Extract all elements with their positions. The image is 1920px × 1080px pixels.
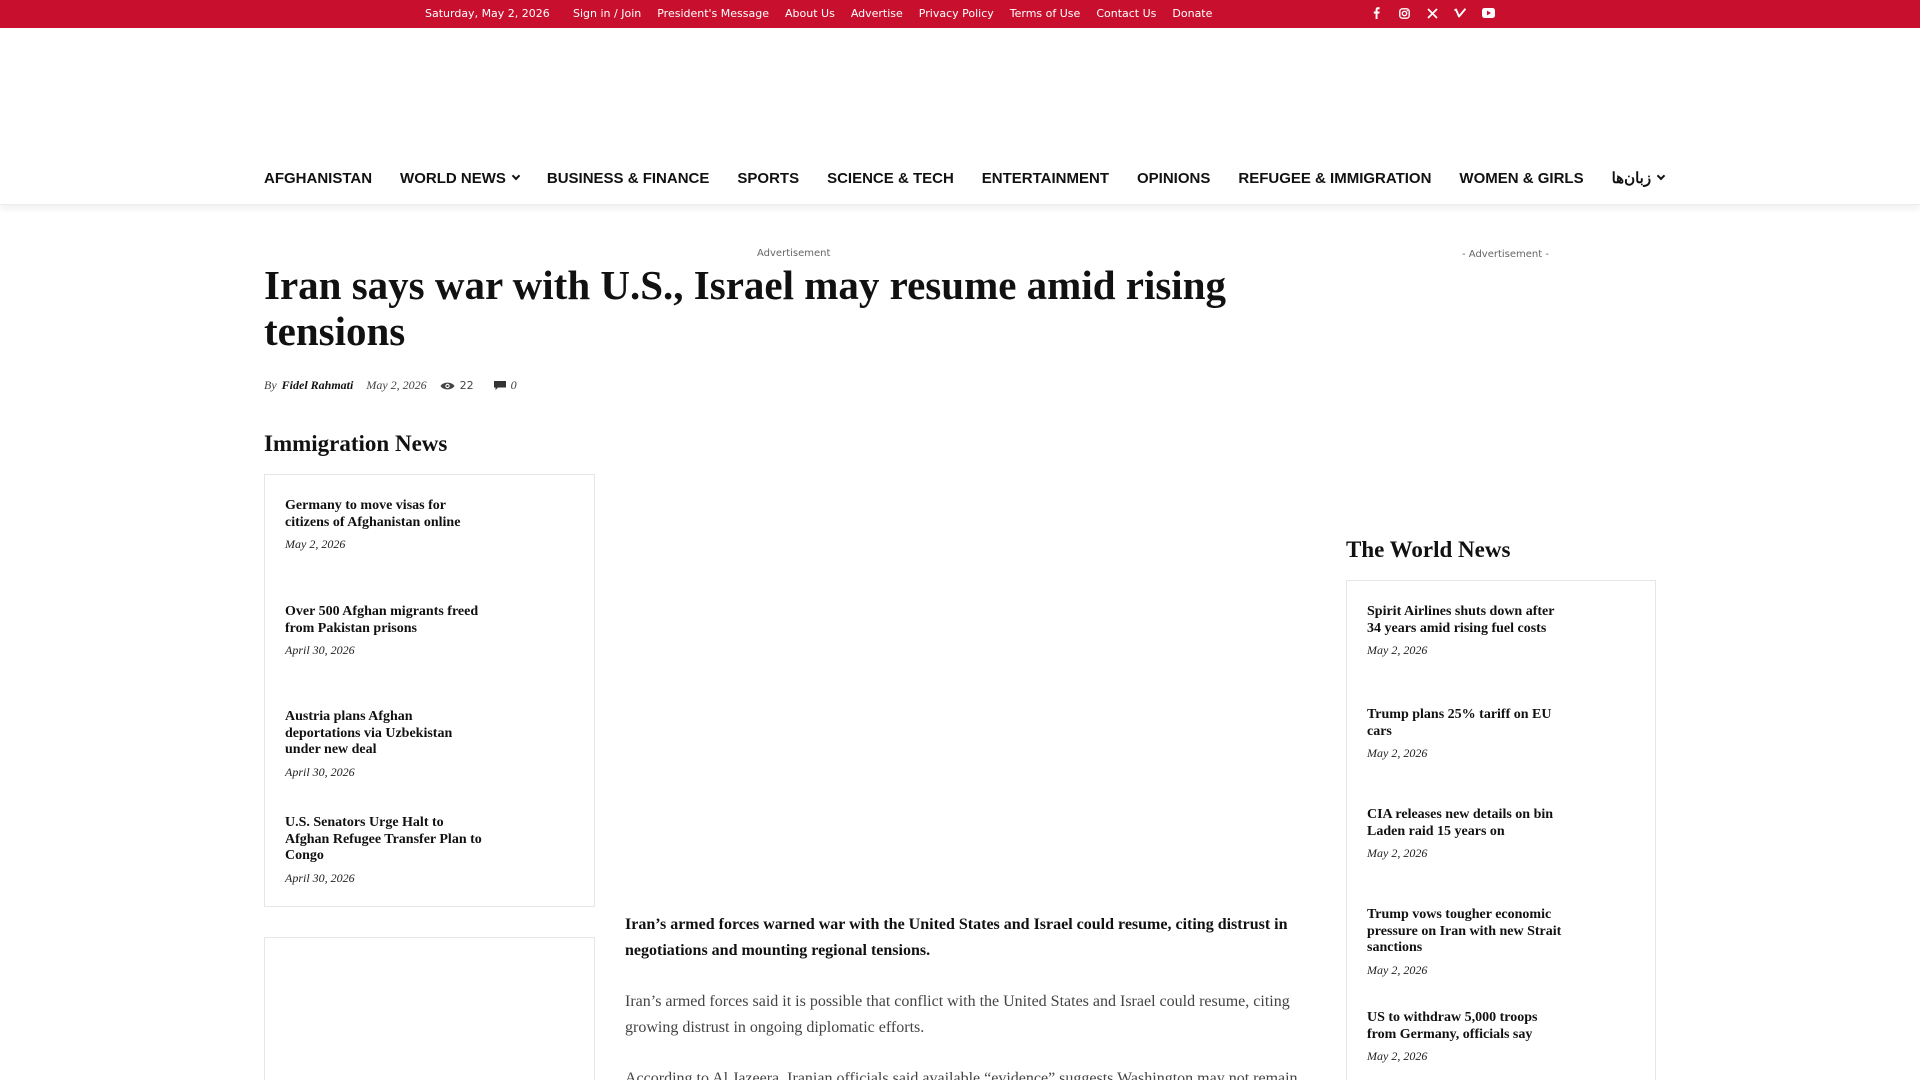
about-us-link[interactable]: About Us (785, 7, 835, 20)
nav-item-world-news[interactable]: WORLD NEWS (400, 169, 521, 187)
list-item: US to withdraw 5,000 troops from Germany… (1367, 1010, 1567, 1064)
author-link[interactable]: Fidel Rahmati (282, 378, 354, 393)
nav-label: REFUGEE & IMMIGRATION (1238, 169, 1432, 187)
privacy-policy-link[interactable]: Privacy Policy (919, 7, 994, 20)
list-item: Trump plans 25% tariff on EU cars May 2,… (1367, 707, 1567, 761)
comment-icon[interactable] (493, 380, 506, 391)
social-links (1362, 5, 1502, 21)
article-date: May 2, 2026 (366, 378, 427, 392)
news-headline[interactable]: CIA releases new details on bin Laden ra… (1367, 807, 1567, 840)
sign-in-link[interactable]: Sign in / Join (573, 7, 641, 20)
news-date: May 2, 2026 (1367, 1049, 1428, 1063)
presidents-message-link[interactable]: President's Message (657, 7, 769, 20)
immigration-news-box: Germany to move visas for citizens of Af… (264, 474, 595, 907)
vimeo-icon[interactable] (1446, 5, 1474, 21)
nav-label: SPORTS (737, 169, 800, 187)
news-headline[interactable]: Germany to move visas for citizens of Af… (285, 498, 485, 531)
list-item: CIA releases new details on bin Laden ra… (1367, 807, 1567, 861)
article-paragraph: According to Al Jazeera, Iranian officia… (625, 1070, 1298, 1080)
world-news-box: Spirit Airlines shuts down after 34 year… (1346, 580, 1656, 1080)
news-date: April 30, 2026 (285, 764, 355, 779)
sidebar-advertisement-label: - Advertisement - (1462, 249, 1549, 260)
news-date: April 30, 2026 (285, 643, 355, 657)
youtube-icon[interactable] (1474, 5, 1502, 21)
list-item: Trump vows tougher economic pressure on … (1367, 907, 1567, 978)
x-icon[interactable] (1418, 5, 1446, 21)
article-paragraph: Iran’s armed forces said it is possible … (625, 993, 1290, 1036)
eye-icon (440, 381, 455, 391)
list-item: U.S. Senators Urge Halt to Afghan Refuge… (285, 815, 485, 886)
news-date: May 2, 2026 (1367, 643, 1428, 657)
news-headline[interactable]: Over 500 Afghan migrants freed from Paki… (285, 604, 485, 637)
nav-label: WORLD NEWS (400, 169, 506, 187)
top-bar: Saturday, May 2, 2026 Sign in / Join Pre… (0, 0, 1920, 28)
nav-item-opinions[interactable]: OPINIONS (1137, 169, 1210, 187)
current-date: Saturday, May 2, 2026 (425, 7, 550, 20)
contact-us-link[interactable]: Contact Us (1096, 7, 1156, 20)
nav-label: BUSINESS & FINANCE (546, 169, 710, 187)
nav-label: زبان‌ها (1611, 170, 1652, 187)
list-item: Austria plans Afghan deportations via Uz… (285, 709, 485, 780)
news-date: April 30, 2026 (285, 870, 355, 885)
nav-item-science-tech[interactable]: SCIENCE & TECH (827, 169, 954, 187)
advertisement-label: Advertisement (757, 248, 831, 259)
top-links: Sign in / Join President's Message About… (573, 7, 1228, 20)
nav-item-sports[interactable]: SPORTS (737, 169, 799, 187)
by-label: By (264, 378, 277, 392)
nav-items: AFGHANISTAN WORLD NEWS BUSINESS & FINANC… (264, 169, 1692, 187)
news-headline[interactable]: Trump vows tougher economic pressure on … (1367, 907, 1567, 957)
nav-label: OPINIONS (1137, 169, 1211, 187)
view-count: 22 (459, 379, 474, 392)
nav-item-business-finance[interactable]: BUSINESS & FINANCE (547, 169, 710, 187)
nav-item-entertainment[interactable]: ENTERTAINMENT (982, 169, 1109, 187)
news-date: May 2, 2026 (1367, 962, 1428, 977)
article-lead: Iran’s armed forces warned war with the … (625, 916, 1288, 959)
article-meta: By Fidel Rahmati May 2, 2026 22 0 (264, 378, 517, 393)
news-date: May 2, 2026 (1367, 746, 1428, 760)
nav-item-refugee-immigration[interactable]: REFUGEE & IMMIGRATION (1238, 169, 1431, 187)
main-navigation: AFGHANISTAN WORLD NEWS BUSINESS & FINANC… (0, 155, 1920, 205)
news-headline[interactable]: U.S. Senators Urge Halt to Afghan Refuge… (285, 815, 485, 865)
nav-label: AFGHANISTAN (264, 169, 373, 187)
news-headline[interactable]: Spirit Airlines shuts down after 34 year… (1367, 604, 1567, 637)
comment-count[interactable]: 0 (511, 378, 517, 393)
list-item: Spirit Airlines shuts down after 34 year… (1367, 604, 1567, 658)
nav-label: SCIENCE & TECH (827, 169, 954, 187)
sidebar-widget-box (264, 937, 595, 1080)
advertise-link[interactable]: Advertise (851, 7, 903, 20)
article-title: Iran says war with U.S., Israel may resu… (264, 262, 1226, 354)
news-headline[interactable]: Trump plans 25% tariff on EU cars (1367, 707, 1567, 740)
facebook-icon[interactable] (1362, 5, 1390, 21)
nav-item-languages[interactable]: زبان‌ها (1611, 169, 1666, 187)
nav-item-afghanistan[interactable]: AFGHANISTAN (264, 169, 372, 187)
nav-label: ENTERTAINMENT (981, 169, 1109, 187)
nav-label: WOMEN & GIRLS (1459, 169, 1584, 187)
donate-link[interactable]: Donate (1172, 7, 1212, 20)
terms-of-use-link[interactable]: Terms of Use (1010, 7, 1081, 20)
chevron-down-icon (1656, 171, 1666, 181)
news-headline[interactable]: Austria plans Afghan deportations via Uz… (285, 709, 485, 759)
list-item: Germany to move visas for citizens of Af… (285, 498, 485, 552)
list-item: Over 500 Afghan migrants freed from Paki… (285, 604, 485, 658)
nav-item-women-girls[interactable]: WOMEN & GIRLS (1459, 169, 1583, 187)
news-headline[interactable]: US to withdraw 5,000 troops from Germany… (1367, 1010, 1567, 1043)
world-news-title: The World News (1346, 537, 1511, 562)
instagram-icon[interactable] (1390, 5, 1418, 21)
immigration-news-title: Immigration News (264, 431, 448, 456)
news-date: May 2, 2026 (285, 537, 346, 551)
news-date: May 2, 2026 (1367, 846, 1428, 860)
chevron-down-icon (511, 171, 521, 181)
